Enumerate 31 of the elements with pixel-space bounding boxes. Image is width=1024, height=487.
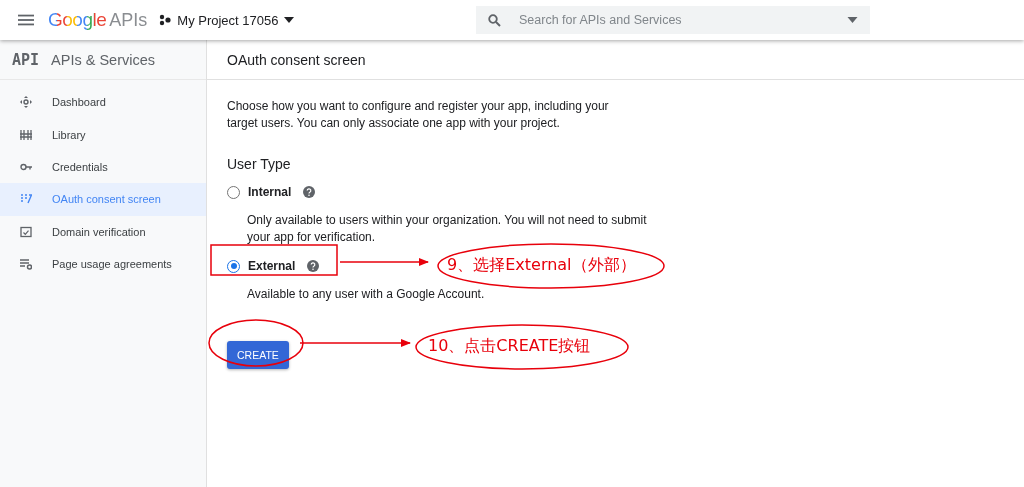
checkbox-icon: [20, 225, 32, 238]
search-icon: [488, 14, 501, 27]
dropdown-caret-icon: [847, 17, 858, 23]
annotation-text: 10、点击CREATE按钮: [428, 336, 591, 357]
annotation-text: 9、选择External（外部）: [447, 255, 636, 276]
sidebar-item[interactable]: Credentials: [0, 150, 206, 184]
option-description: Available to any user with a Google Account.: [247, 286, 486, 303]
section-title: APIs & Services: [51, 51, 156, 68]
sidebar-item[interactable]: Domain verification: [0, 215, 206, 248]
move-icon: [20, 96, 32, 109]
page-title: OAuth consent screen: [227, 51, 366, 68]
option-label[interactable]: Internal: [248, 185, 292, 199]
library-icon: [20, 128, 32, 141]
search-field[interactable]: Search for APIs and Services: [476, 6, 870, 34]
consent-icon: [20, 193, 32, 206]
intro-text: Choose how you want to configure and register your app, including your target users. You can only associate one app with your project.: [227, 98, 610, 132]
help-icon[interactable]: [303, 186, 316, 198]
list-settings-icon: [20, 258, 32, 271]
sidebar-item[interactable]: Dashboard: [0, 86, 206, 119]
option-description: Only available to users within your organization. You will not need to submit your app for verification.: [247, 212, 647, 246]
api-logo-text: API: [12, 50, 40, 69]
option-label[interactable]: External: [248, 259, 296, 273]
section-heading: User Type: [227, 156, 292, 172]
project-selector[interactable]: My Project 17056: [159, 12, 295, 28]
sidebar-item[interactable]: Page usage agreements: [0, 247, 206, 281]
menu-icon[interactable]: [18, 14, 34, 26]
project-icon: [159, 14, 172, 26]
caret-icon: [284, 17, 295, 23]
create-button[interactable]: CREATE: [227, 341, 289, 369]
help-icon[interactable]: [307, 260, 320, 272]
sidebar-item[interactable]: Library: [0, 118, 206, 151]
